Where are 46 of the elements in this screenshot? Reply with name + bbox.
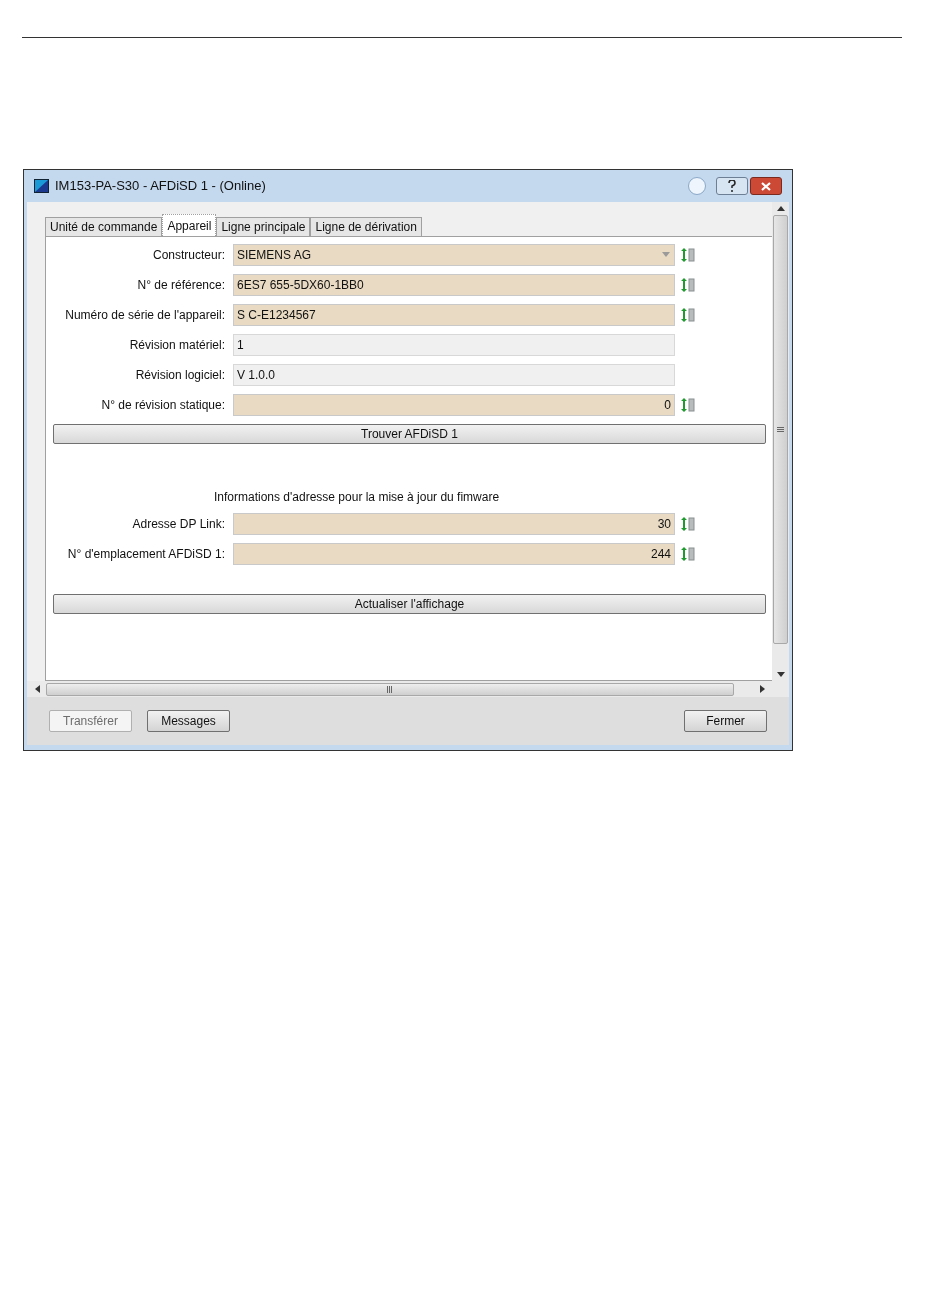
scroll-down-icon[interactable] (776, 672, 785, 677)
close-icon (761, 181, 771, 191)
input-field[interactable]: 6ES7 655-5DX60-1BB0 (233, 274, 675, 296)
help-icon (728, 180, 736, 192)
sync-icon[interactable] (680, 308, 696, 322)
scroll-up-icon[interactable] (776, 206, 785, 211)
sync-icon[interactable] (680, 547, 696, 561)
input-field[interactable]: S C-E1234567 (233, 304, 675, 326)
close-button[interactable] (750, 177, 782, 195)
field-label: Numéro de série de l'appareil: (64, 307, 226, 324)
field-label: N° d'emplacement AFDiSD 1: (66, 546, 226, 563)
scroll-right-icon[interactable] (760, 685, 765, 693)
help-button[interactable] (716, 177, 748, 195)
input-field[interactable]: 0 (233, 394, 675, 416)
horizontal-scrollbar[interactable] (27, 681, 789, 697)
grip-icon (777, 426, 784, 433)
find-device-button[interactable]: Trouver AFDiSD 1 (53, 424, 766, 444)
input-field[interactable]: 244 (233, 543, 675, 565)
window-title: IM153-PA-S30 - AFDiSD 1 - (Online) (55, 177, 266, 196)
sync-icon[interactable] (680, 278, 696, 292)
field-label: Constructeur: (151, 247, 226, 264)
grip-icon (387, 685, 393, 693)
field-label: N° de référence: (136, 277, 226, 294)
sync-icon[interactable] (680, 248, 696, 262)
section-heading: Informations d'adresse pour la mise à jour du fimware (214, 489, 500, 506)
tab[interactable]: Unité de commande (45, 217, 163, 236)
input-field[interactable]: 1 (233, 334, 675, 356)
tab[interactable]: Ligne principale (216, 217, 311, 236)
tab[interactable]: Ligne de dérivation (310, 217, 422, 236)
field-label: N° de révision statique: (100, 397, 226, 414)
tab[interactable]: Appareil (162, 214, 217, 236)
field-label: Révision logiciel: (134, 367, 226, 384)
field-label: Adresse DP Link: (131, 516, 226, 533)
dropdown-field[interactable]: SIEMENS AG (233, 244, 675, 266)
input-field[interactable]: V 1.0.0 (233, 364, 675, 386)
refresh-button[interactable]: Actualiser l'affichage (53, 594, 766, 614)
field-label: Révision matériel: (128, 337, 226, 354)
close-dialog-button[interactable]: Fermer (684, 710, 767, 732)
footer-button[interactable]: Messages (147, 710, 230, 732)
vertical-scrollbar[interactable] (772, 202, 789, 681)
caret-icon[interactable] (661, 252, 671, 258)
sync-icon[interactable] (680, 517, 696, 531)
sync-icon[interactable] (680, 398, 696, 412)
input-field[interactable]: 30 (233, 513, 675, 535)
scroll-left-icon[interactable] (35, 685, 40, 693)
app-icon (34, 179, 49, 193)
